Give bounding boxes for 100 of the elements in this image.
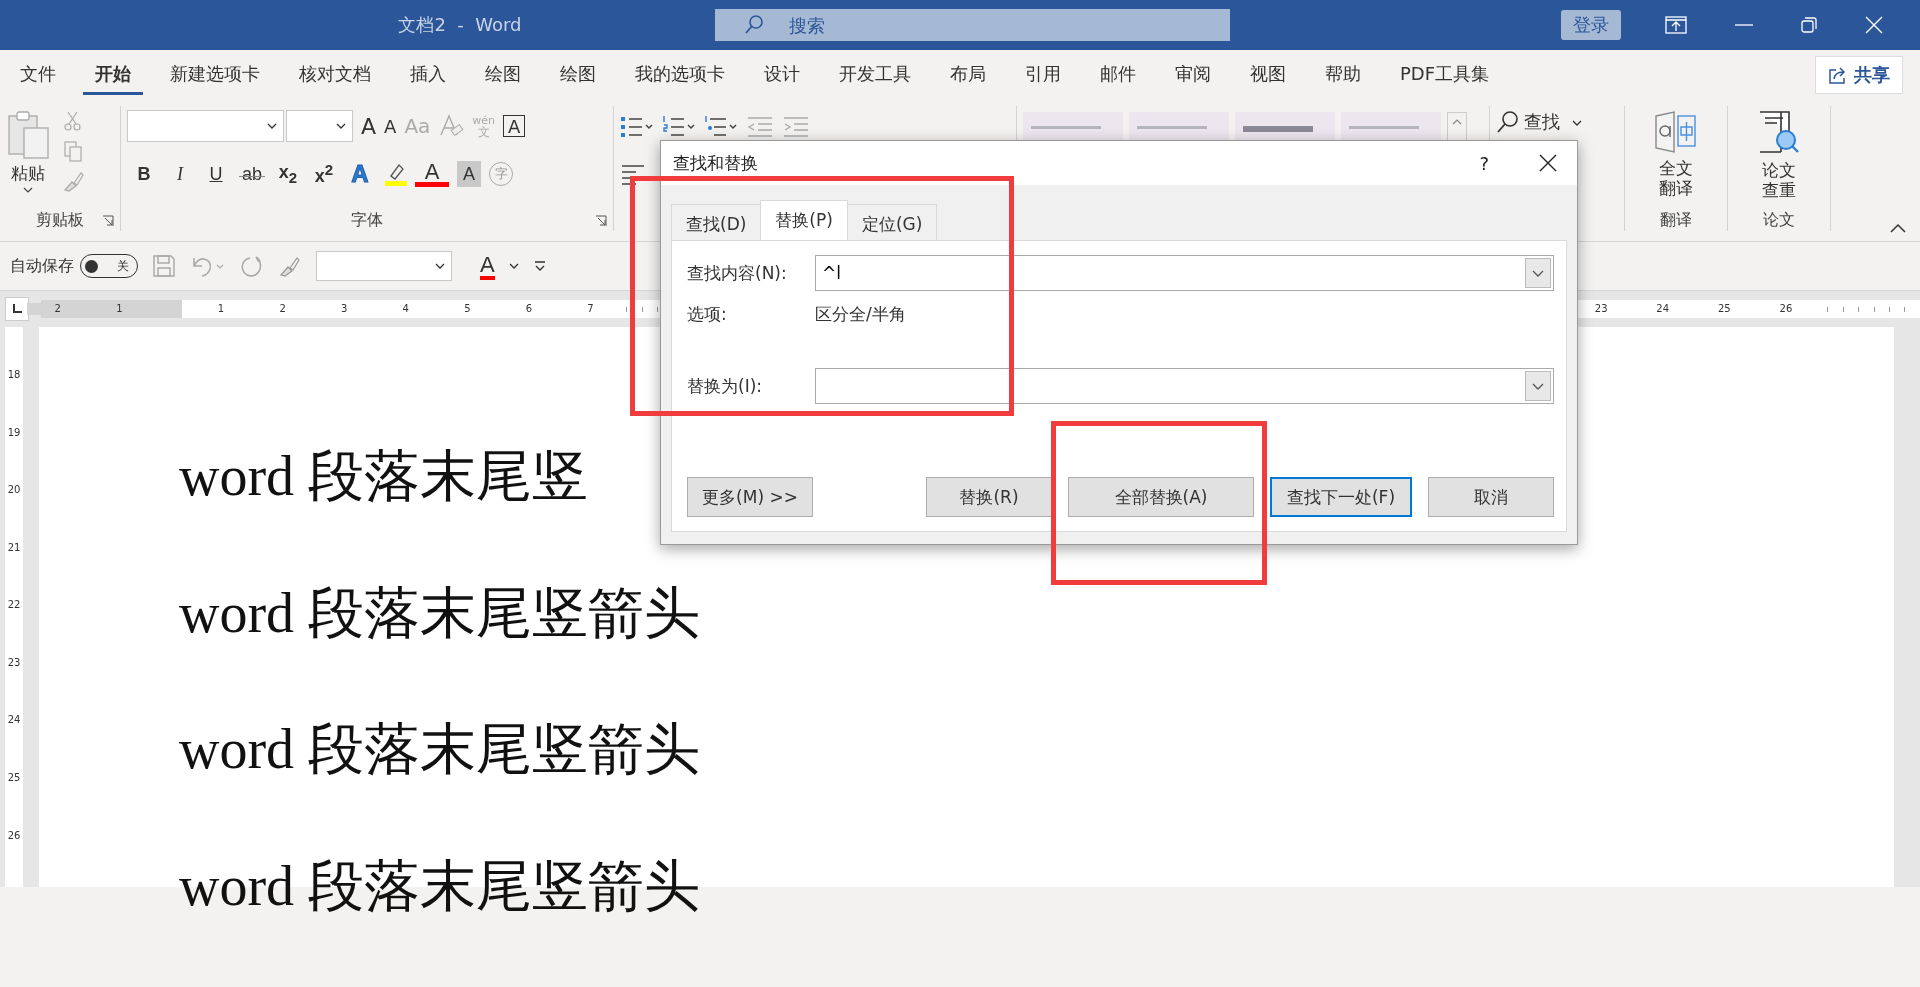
caret-icon[interactable] [508,263,519,269]
caret-icon [1572,120,1582,126]
document-text: word 段落末尾竖箭头 [179,853,701,919]
ruler-number: 26 [6,829,22,843]
numbering-icon[interactable] [662,114,696,138]
ribbon-tab[interactable]: 引用 [1013,55,1073,95]
options-value: 区分全/半角 [815,303,906,326]
caret-icon [267,123,277,129]
ribbon-tab[interactable]: 设计 [752,55,812,95]
color-button[interactable]: A [415,161,449,187]
increase-indent-icon[interactable] [782,114,810,138]
ruler-number: 18 [6,369,22,382]
bullets-icon[interactable] [620,114,654,138]
copy-icon[interactable] [62,140,84,162]
more-button[interactable]: 更多(M) >> [687,477,813,517]
ruler-number: 22 [6,599,22,613]
collapse-ribbon-icon[interactable] [1890,223,1906,233]
dialog-launcher-icon[interactable] [595,215,607,227]
format-painter-icon[interactable] [62,170,84,192]
caret-icon [23,187,33,193]
document-text: word 段落末尾竖箭头 [179,580,701,646]
ribbon-tab[interactable]: 我的选项卡 [623,55,737,95]
highlighter-icon [383,162,409,186]
clear-format-icon[interactable] [438,113,465,139]
restore-icon[interactable] [1801,17,1817,33]
dialog-tab[interactable]: 查找(D) [671,204,762,240]
style-dropdown[interactable] [316,251,452,281]
dialog-tab[interactable]: 定位(G) [846,204,938,240]
ribbon-display-icon[interactable] [1665,16,1687,34]
share-button[interactable]: 共享 [1815,56,1903,94]
ruler-number: 21 [6,541,22,555]
sub-button[interactable]: x$_{2}$ [271,159,305,189]
ribbon-tab[interactable]: 布局 [938,55,998,95]
ribbon-tab[interactable]: 审阅 [1163,55,1223,95]
ribbon-tab[interactable]: 开始 [83,55,143,95]
ribbon-tab[interactable]: PDF工具集 [1388,55,1502,95]
find-button[interactable]: 查找 [1496,106,1582,136]
effect-button[interactable]: A [343,159,377,189]
ribbon-tab[interactable]: 文件 [8,55,68,95]
save-icon[interactable] [152,254,176,278]
paste-button[interactable]: 粘贴 [6,106,50,209]
search-icon [1496,110,1520,134]
dialog-tab[interactable]: 替换(P) [760,200,848,240]
font-color-button[interactable]: A [480,252,495,280]
document-text: word 段落末尾竖 [179,444,589,509]
dialog-launcher-icon[interactable] [102,215,114,227]
ribbon-tab[interactable]: 新建选项卡 [158,55,272,95]
font-size-dropdown[interactable] [286,110,353,142]
ribbon-tab[interactable]: 视图 [1238,55,1298,95]
caret-icon [1452,119,1462,125]
login-button[interactable]: 登录 [1561,10,1621,40]
translate-button[interactable]: 全文翻译 [1654,106,1698,209]
options-label: 选项: [687,303,728,326]
search-field[interactable]: 搜索 [715,9,1230,41]
group-label: 论文 [1763,209,1795,231]
dialog-button[interactable]: 全部替换(A) [1068,477,1254,517]
translate-icon [1654,110,1698,154]
ruler-number: 19 [6,426,22,440]
minimize-icon[interactable] [1735,23,1753,27]
font-name-dropdown[interactable] [127,110,284,142]
ruler-number: 23 [6,656,22,670]
autosave-label: 自动保存 [10,255,74,277]
ribbon-tab[interactable]: 邮件 [1088,55,1148,95]
grow-font-button[interactable]: A [361,113,377,139]
group-label: 翻译 [1660,209,1692,231]
tab-stop-icon [12,304,22,314]
help-button[interactable]: ? [1479,152,1489,174]
multilevel-list-icon[interactable] [704,114,738,138]
dialog-button[interactable]: 替换(R) [926,477,1052,517]
ribbon-tab[interactable]: 开发工具 [827,55,923,95]
shade-button[interactable]: A [457,161,481,187]
dialog-title: 查找和替换 [673,151,758,175]
dialog-button[interactable]: 查找下一处(F) [1270,477,1412,517]
dialog-button[interactable]: 取消 [1428,477,1554,517]
character-border-button[interactable]: A [503,115,526,137]
caret-icon [336,123,346,129]
underline-button[interactable]: U [199,159,233,189]
sup-button[interactable]: x$^{2}$ [307,159,341,189]
align-left-icon[interactable] [620,162,646,186]
group-label: 剪贴板 [36,209,84,231]
scissors-icon[interactable] [62,110,84,132]
close-icon[interactable] [1539,154,1557,172]
tab-selector[interactable] [5,297,29,321]
window-title: 文档2 - Word [397,13,523,37]
italic-button[interactable]: I [163,159,197,189]
shrink-font-button[interactable]: A [384,115,397,137]
document-text: word 段落末尾竖箭头 [179,717,701,782]
redo-icon[interactable] [240,254,264,278]
ribbon-tab[interactable]: 绘图 [473,55,533,95]
clipboard-icon [6,110,50,160]
decrease-indent-icon[interactable] [746,114,774,138]
customize-toolbar-icon[interactable] [532,260,547,272]
ribbon-tab[interactable]: 绘图 [548,55,608,95]
ribbon-tab[interactable]: 插入 [398,55,458,95]
ribbon-tab[interactable]: 帮助 [1313,55,1373,95]
field-label: 查找内容(N): [687,261,788,285]
ribbon-tab[interactable]: 核对文档 [287,55,383,95]
group-label: 字体 [351,209,383,231]
bold-button[interactable]: B [127,159,161,189]
plagiarism-check-button[interactable]: 论文查重 [1757,106,1801,209]
